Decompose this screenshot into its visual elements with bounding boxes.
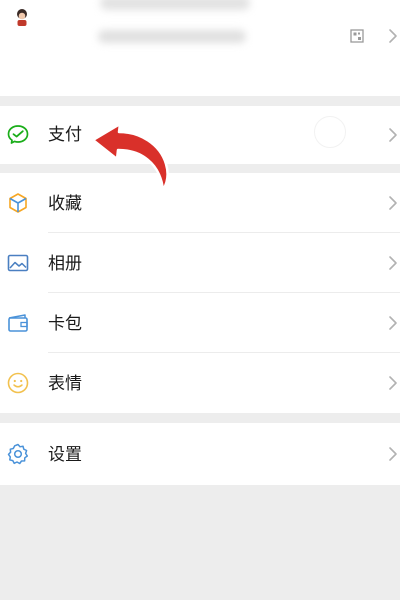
menu-item-stickers-label: 表情 [48, 374, 82, 394]
menu-item-album[interactable]: 相册 [0, 233, 400, 293]
menu-item-settings[interactable]: 设置 [0, 423, 400, 485]
menu-item-album-label: 相册 [48, 254, 82, 274]
section-separator [0, 413, 400, 423]
chevron-right-icon [389, 29, 397, 43]
menu-item-pay[interactable]: 支付 [0, 106, 400, 164]
profile-id-blurred [98, 30, 246, 43]
settings-group: 设置 [0, 423, 400, 485]
chevron-right-icon [389, 256, 397, 270]
menu-item-favorites-label: 收藏 [48, 194, 82, 214]
qr-code-icon[interactable] [350, 29, 364, 43]
chevron-right-icon [389, 447, 397, 461]
favorites-cube-icon [9, 193, 27, 213]
sticker-smile-icon [7, 372, 29, 394]
chevron-right-icon [389, 196, 397, 210]
profile-header[interactable] [0, 0, 400, 96]
settings-gear-icon [7, 443, 29, 465]
red-annotation-arrow-icon [91, 122, 169, 192]
chevron-right-icon [389, 128, 397, 142]
menu-item-cards[interactable]: 卡包 [0, 293, 400, 353]
card-wallet-icon [8, 314, 28, 332]
menu-item-settings-label: 设置 [48, 445, 82, 465]
profile-name-blurred [100, 0, 250, 10]
album-picture-icon [7, 254, 29, 272]
menu-item-stickers[interactable]: 表情 [0, 353, 400, 413]
avatar[interactable] [8, 4, 36, 32]
menu-item-cards-label: 卡包 [48, 314, 82, 334]
menu-item-pay-label: 支付 [48, 125, 82, 145]
pay-group: 支付 [0, 106, 400, 164]
features-group: 收藏 相册 卡包 表情 [0, 173, 400, 413]
section-separator [0, 96, 400, 106]
chevron-right-icon [389, 376, 397, 390]
section-separator [0, 164, 400, 173]
faint-circle-mark [314, 116, 346, 148]
wechat-pay-icon [7, 125, 29, 144]
chevron-right-icon [389, 316, 397, 330]
menu-item-favorites[interactable]: 收藏 [0, 173, 400, 233]
